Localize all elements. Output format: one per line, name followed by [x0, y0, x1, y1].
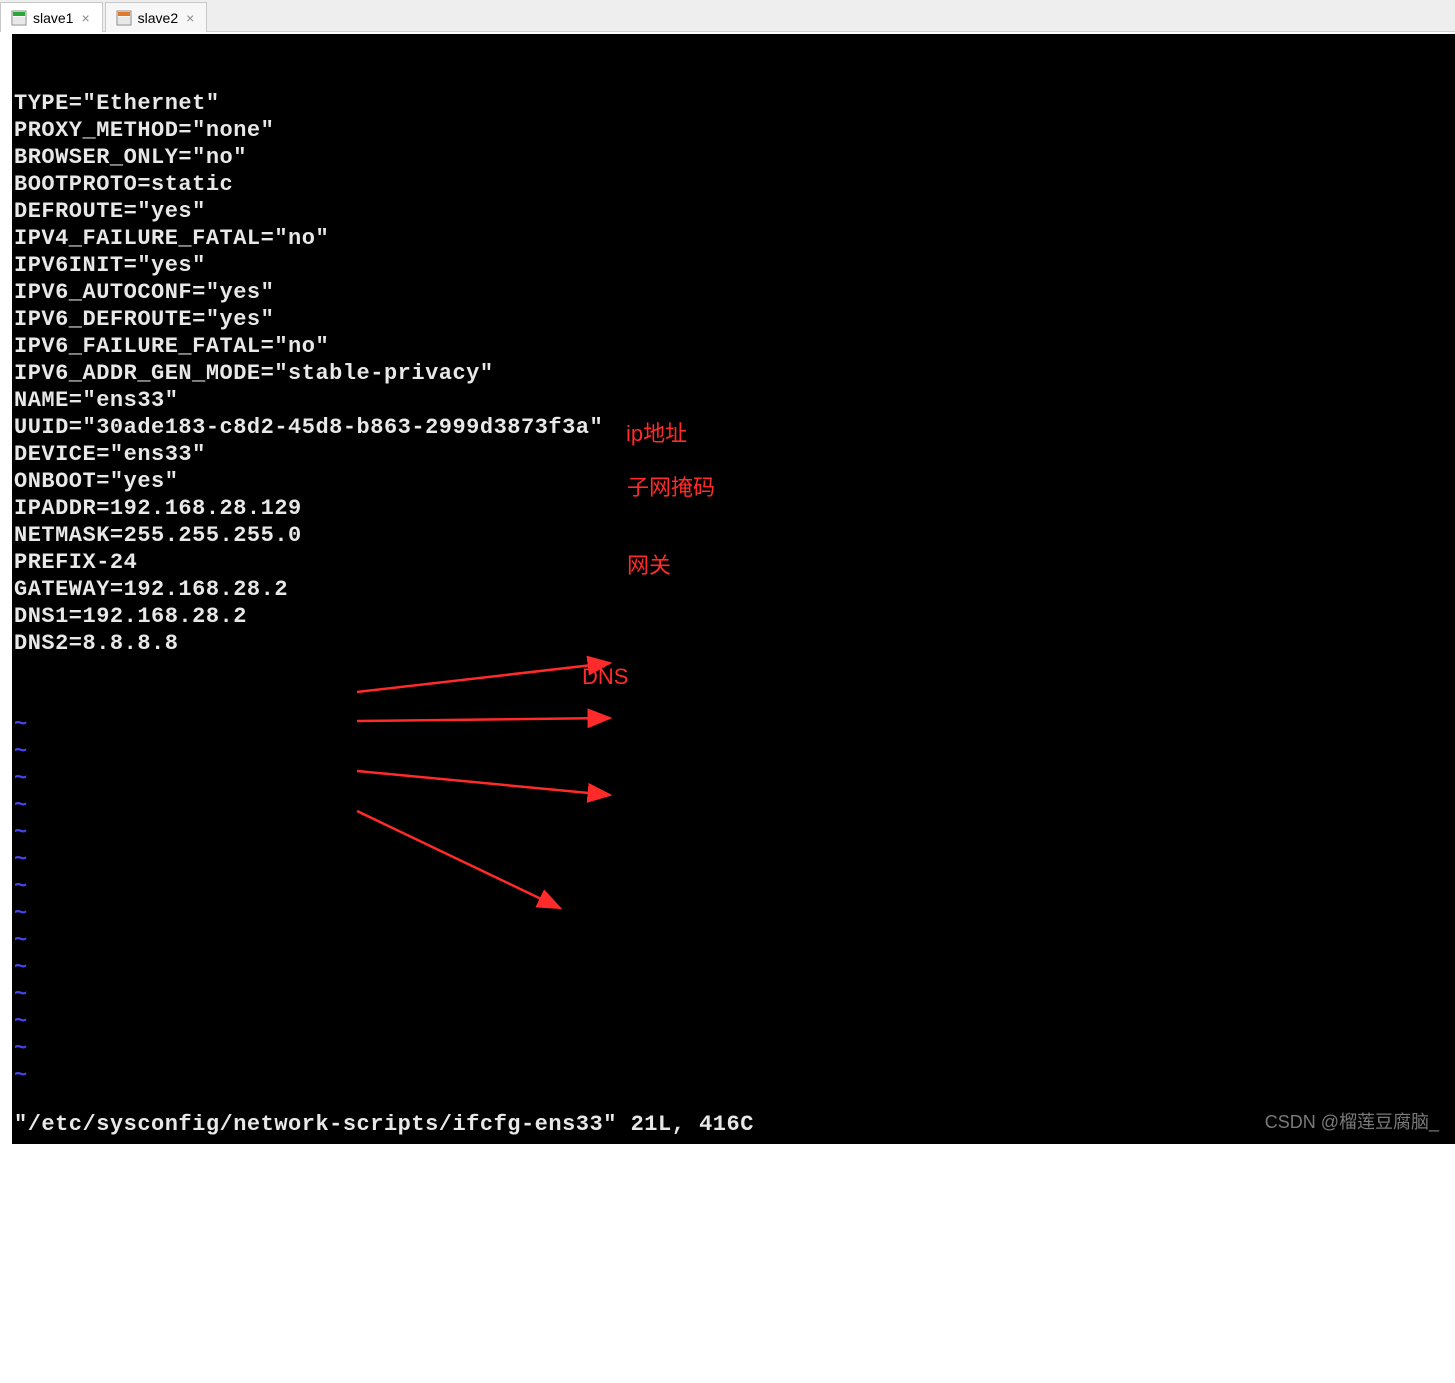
config-line: BROWSER_ONLY="no" — [14, 144, 1455, 171]
config-line: IPV6INIT="yes" — [14, 252, 1455, 279]
close-icon[interactable]: × — [184, 10, 196, 26]
vim-tilde: ~ — [14, 900, 1455, 927]
watermark: CSDN @榴莲豆腐脑_ — [1265, 1108, 1439, 1134]
config-line: IPV6_AUTOCONF="yes" — [14, 279, 1455, 306]
tab-slave1[interactable]: slave1 × — [0, 2, 103, 32]
vim-tilde: ~ — [14, 927, 1455, 954]
config-line: IPV6_DEFROUTE="yes" — [14, 306, 1455, 333]
vim-tilde: ~ — [14, 873, 1455, 900]
config-line: DEFROUTE="yes" — [14, 198, 1455, 225]
tab-label: slave1 — [33, 10, 73, 26]
config-line: PROXY_METHOD="none" — [14, 117, 1455, 144]
config-line: DNS1=192.168.28.2 — [14, 603, 1455, 630]
vim-tilde: ~ — [14, 819, 1455, 846]
config-line: GATEWAY=192.168.28.2 — [14, 576, 1455, 603]
vim-tilde: ~ — [14, 981, 1455, 1008]
tab-bar: slave1 × slave2 × — [0, 0, 1455, 32]
terminal-icon — [11, 10, 27, 26]
config-line: IPV6_FAILURE_FATAL="no" — [14, 333, 1455, 360]
config-line: PREFIX-24 — [14, 549, 1455, 576]
config-line: UUID="30ade183-c8d2-45d8-b863-2999d3873f… — [14, 414, 1455, 441]
tab-slave2[interactable]: slave2 × — [105, 2, 208, 32]
config-line: BOOTPROTO=static — [14, 171, 1455, 198]
terminal-icon — [116, 10, 132, 26]
vim-tilde: ~ — [14, 954, 1455, 981]
config-line: IPADDR=192.168.28.129 — [14, 495, 1455, 522]
config-line: IPV4_FAILURE_FATAL="no" — [14, 225, 1455, 252]
config-line: IPV6_ADDR_GEN_MODE="stable-privacy" — [14, 360, 1455, 387]
vim-tilde: ~ — [14, 738, 1455, 765]
vim-tilde: ~ — [14, 846, 1455, 873]
config-line: NETMASK=255.255.255.0 — [14, 522, 1455, 549]
vim-tilde: ~ — [14, 711, 1455, 738]
vim-tilde: ~ — [14, 765, 1455, 792]
close-icon[interactable]: × — [79, 10, 91, 26]
config-line: DNS2=8.8.8.8 — [14, 630, 1455, 657]
tab-label: slave2 — [138, 10, 178, 26]
vim-tilde: ~ — [14, 1035, 1455, 1062]
vim-tilde: ~ — [14, 792, 1455, 819]
vim-tilde: ~ — [14, 1008, 1455, 1035]
terminal[interactable]: TYPE="Ethernet"PROXY_METHOD="none"BROWSE… — [12, 34, 1455, 1144]
vim-tilde: ~ — [14, 1062, 1455, 1089]
config-line: TYPE="Ethernet" — [14, 90, 1455, 117]
vim-status-line: "/etc/sysconfig/network-scripts/ifcfg-en… — [14, 1111, 754, 1138]
config-line: NAME="ens33" — [14, 387, 1455, 414]
config-line: ONBOOT="yes" — [14, 468, 1455, 495]
config-line: DEVICE="ens33" — [14, 441, 1455, 468]
